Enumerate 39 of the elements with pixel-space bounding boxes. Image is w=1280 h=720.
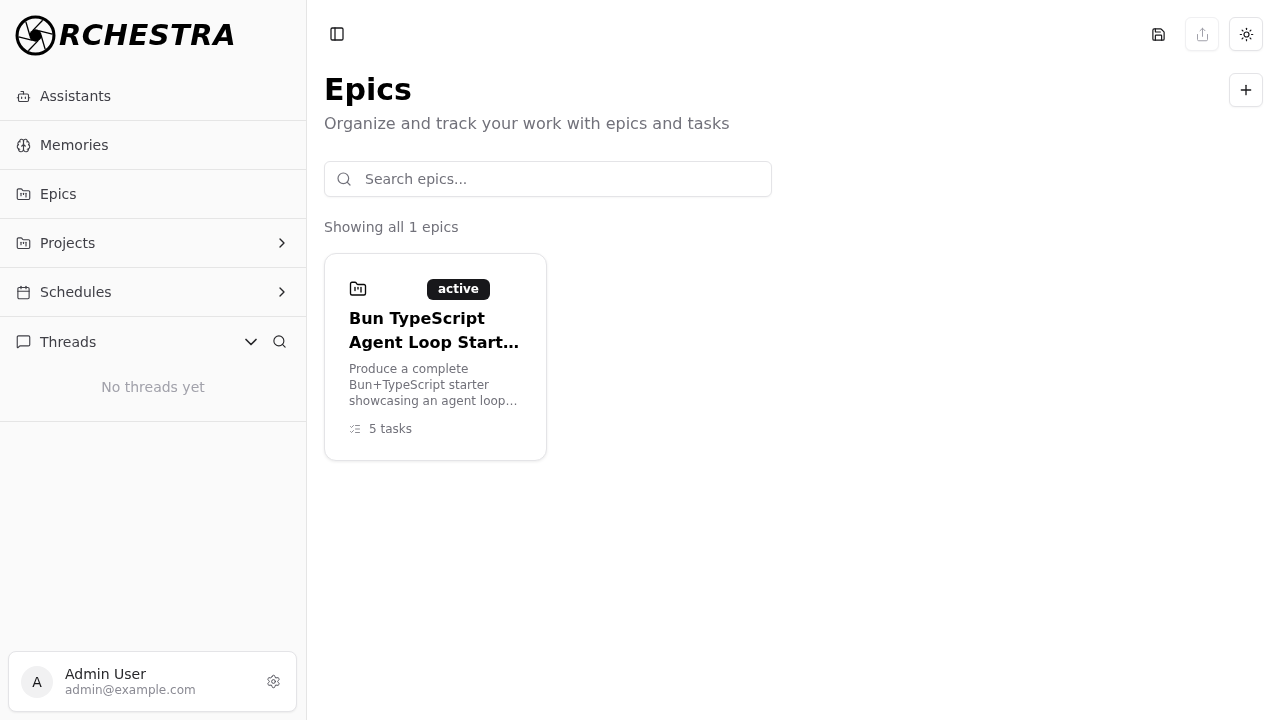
results-count: Showing all 1 epics [324, 219, 459, 235]
epic-description: Produce a complete Bun+TypeScript starter showcasing an agent loop… [349, 361, 519, 409]
sidebar-item[interactable]: Epics [16, 170, 290, 218]
add-button[interactable] [1229, 73, 1263, 107]
sidebar-item[interactable]: Assistants [16, 72, 290, 120]
robot-icon [16, 88, 31, 104]
task-count: 5 tasks [369, 422, 412, 436]
panel-left-icon [329, 26, 345, 42]
user-email: admin@example.com [65, 683, 196, 697]
user-name: Admin User [65, 666, 146, 682]
chat-bubble-icon [16, 334, 31, 349]
epic-card[interactable]: active Bun TypeScript Agent Loop Start… Produce a complete Bun+TypeScript starter showcasing an agent loop… 5 tasks [324, 253, 547, 461]
save-icon [1150, 26, 1166, 42]
brain-icon [16, 137, 31, 153]
checklist-icon [349, 423, 361, 435]
status-badge: active [426, 278, 490, 300]
logo-icon [15, 15, 56, 56]
logo-text: RCHESTRA [59, 17, 237, 54]
sidebar-item[interactable]: Schedules [16, 268, 290, 316]
settings-icon [265, 674, 281, 689]
plus-icon [1238, 82, 1254, 98]
epic-title: Bun TypeScript Agent Loop Start… [349, 308, 520, 354]
sidebar-item[interactable]: Memories [16, 121, 290, 169]
search-field[interactable]: Search epics... [324, 161, 772, 197]
search-icon [336, 171, 352, 187]
share-icon [1194, 26, 1210, 42]
sun-icon [1238, 26, 1254, 42]
user-avatar: A [21, 665, 53, 698]
sidebar-item[interactable]: Projects [16, 219, 290, 267]
page-title: Epics [324, 73, 412, 107]
folder-icon [349, 280, 367, 298]
page-subtitle: Organize and track your work with epics and tasks [324, 113, 730, 135]
empty-state-text: No threads yet [100, 378, 206, 397]
sidebar-item[interactable]: Threads [16, 317, 234, 366]
folder-icon [16, 186, 31, 202]
search-icon [271, 334, 287, 349]
folder-icon [16, 235, 31, 251]
calendar-icon [16, 284, 31, 300]
theme-toggle-button[interactable] [1229, 17, 1263, 51]
